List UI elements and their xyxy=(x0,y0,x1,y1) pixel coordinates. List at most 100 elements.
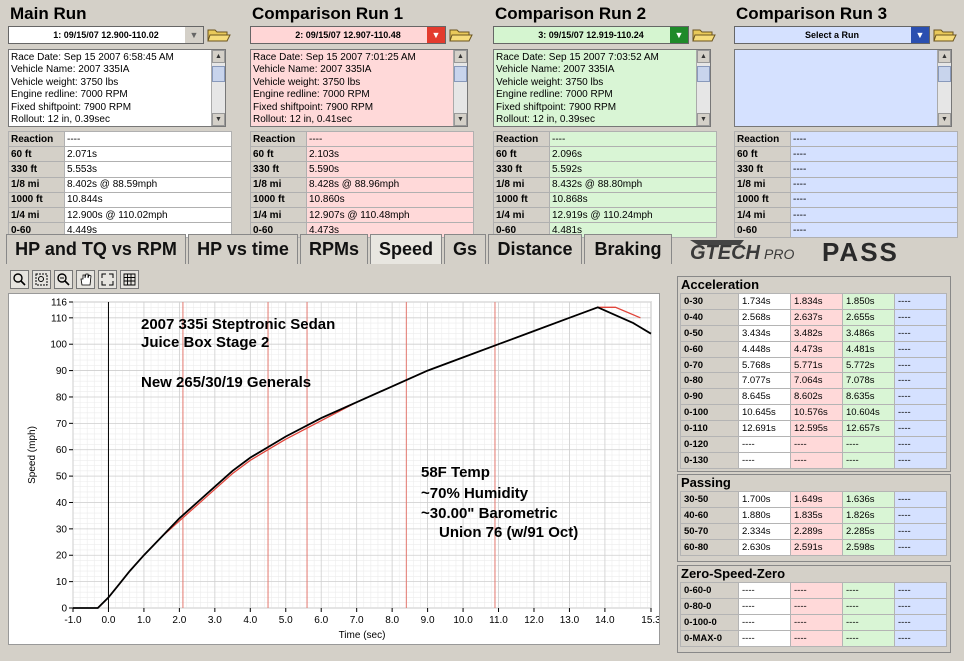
run-info-scrollbar[interactable]: ▲ ▼ xyxy=(696,50,710,126)
run-stat-value: 2.096s xyxy=(549,146,717,163)
run-4-value: ---- xyxy=(894,340,947,358)
run-info-box[interactable]: Race Date: Sep 15 2007 7:01:25 AM Vehicle… xyxy=(250,49,468,127)
run-1-value: ---- xyxy=(738,597,791,615)
run-stat-row: 1/8 mi 8.402s @ 88.59mph xyxy=(8,176,232,193)
y-tick-label: 20 xyxy=(56,551,68,562)
run-info-scrollbar[interactable]: ▲ ▼ xyxy=(453,50,467,126)
run-stat-value: 5.592s xyxy=(549,161,717,178)
run-stat-label: 1000 ft xyxy=(8,191,65,208)
scroll-down-icon[interactable]: ▼ xyxy=(212,113,225,126)
run-info-box[interactable]: ▲ ▼ xyxy=(734,49,952,127)
scroll-down-icon[interactable]: ▼ xyxy=(454,113,467,126)
folder-open-icon[interactable] xyxy=(448,26,474,44)
run-3-value: 3.486s xyxy=(842,324,895,342)
run-4-value: ---- xyxy=(894,597,947,615)
tab-hp-vs-time[interactable]: HP vs time xyxy=(188,234,298,264)
run-info-line: Engine redline: 7000 RPM xyxy=(11,89,128,101)
zoom-icon[interactable] xyxy=(10,270,29,289)
tab-gs[interactable]: Gs xyxy=(444,234,486,264)
chevron-down-icon[interactable]: ▼ xyxy=(185,27,203,43)
x-tick-label: 1.0 xyxy=(137,615,151,626)
tab-braking[interactable]: Braking xyxy=(584,234,672,264)
run-select-value: 2: 09/15/07 12.907-110.48 xyxy=(295,30,401,40)
fit-icon[interactable] xyxy=(98,270,117,289)
run-info-box[interactable]: Race Date: Sep 15 2007 6:58:45 AM Vehicle… xyxy=(8,49,226,127)
run-4-value: ---- xyxy=(894,324,947,342)
run-3-value: 4.481s xyxy=(842,340,895,358)
run-4-value: ---- xyxy=(894,356,947,374)
run-select[interactable]: 2: 09/15/07 12.907-110.48 ▼ xyxy=(250,26,446,44)
run-stat-row: 330 ft 5.590s xyxy=(250,161,474,178)
scroll-up-icon[interactable]: ▲ xyxy=(938,50,951,63)
folder-open-icon[interactable] xyxy=(691,26,717,44)
x-tick-label: 9.0 xyxy=(421,615,435,626)
tab-hp-and-tq-vs-rpm[interactable]: HP and TQ vs RPM xyxy=(6,234,186,264)
run-stat-row: 330 ft 5.553s xyxy=(8,161,232,178)
run-stat-row: 330 ft ---- xyxy=(734,161,958,178)
x-tick-label: 8.0 xyxy=(385,615,399,626)
speed-chart[interactable]: -1.0 0.0 1.0 2.0 3.0 4.0 5.0 6.0 7.0 8.0 9.0 10.0 11… xyxy=(8,293,661,645)
run-2-value: 2.637s xyxy=(790,308,843,326)
x-tick-label: 6.0 xyxy=(314,615,328,626)
run-select[interactable]: 1: 09/15/07 12.900-110.02 ▼ xyxy=(8,26,204,44)
run-2-value: 12.595s xyxy=(790,420,843,438)
table-row: 0-40 2.568s 2.637s 2.655s ---- xyxy=(680,308,947,326)
chevron-down-icon[interactable]: ▼ xyxy=(911,27,929,43)
run-1-value: 1.880s xyxy=(738,506,791,524)
run-1-value: 3.434s xyxy=(738,324,791,342)
run-select-value: 3: 09/15/07 12.919-110.24 xyxy=(538,30,644,40)
y-tick-label: 110 xyxy=(51,313,67,324)
run-1-value: ---- xyxy=(738,451,791,469)
run-stat-row: Reaction ---- xyxy=(250,130,474,148)
run-stat-label: 1/4 mi xyxy=(734,206,791,224)
run-select[interactable]: 3: 09/15/07 12.919-110.24 ▼ xyxy=(493,26,689,44)
run-select[interactable]: Select a Run ▼ xyxy=(734,26,930,44)
table-row: 0-80-0 ---- ---- ---- ---- xyxy=(680,597,947,615)
run-3-value: ---- xyxy=(842,451,895,469)
run-info-scrollbar[interactable]: ▲ ▼ xyxy=(937,50,951,126)
run-2-value: 10.576s xyxy=(790,404,843,422)
run-info-scrollbar[interactable]: ▲ ▼ xyxy=(211,50,225,126)
run-stats-table: Reaction ---- 60 ft 2.071s 330 ft 5.553s 1/8 m… xyxy=(8,130,232,239)
run-title: Comparison Run 1 xyxy=(252,4,404,23)
scroll-thumb[interactable] xyxy=(938,66,951,82)
scroll-thumb[interactable] xyxy=(454,66,467,82)
run-2-value: 2.591s xyxy=(790,538,843,556)
run-2-value: 1.649s xyxy=(790,491,843,508)
folder-open-icon[interactable] xyxy=(206,26,232,44)
zoom-out-icon[interactable] xyxy=(54,270,73,289)
tab-speed[interactable]: Speed xyxy=(370,234,442,264)
scroll-up-icon[interactable]: ▲ xyxy=(454,50,467,63)
zoom-region-icon[interactable] xyxy=(32,270,51,289)
chart-note-car: 2007 335i Steptronic Sedan xyxy=(141,316,336,333)
tab-rpms[interactable]: RPMs xyxy=(300,234,368,264)
scroll-thumb[interactable] xyxy=(697,66,710,82)
chevron-down-icon[interactable]: ▼ xyxy=(427,27,445,43)
zero-speed-zero-table: 0-60-0 ---- ---- ---- ---- 0-80-0 ---- ---- ----… xyxy=(680,582,947,647)
run-stat-value: 8.428s @ 88.96mph xyxy=(306,176,474,193)
scroll-thumb[interactable] xyxy=(212,66,225,82)
run-stat-row: Reaction ---- xyxy=(493,130,717,148)
scroll-down-icon[interactable]: ▼ xyxy=(697,113,710,126)
run-stat-value: ---- xyxy=(306,130,474,148)
tab-bar: HP and TQ vs RPM HP vs time RPMs Speed Gs Dis… xyxy=(0,234,672,264)
y-tick-label: 70 xyxy=(56,419,68,430)
grid-icon[interactable] xyxy=(120,270,139,289)
pan-hand-icon[interactable] xyxy=(76,270,95,289)
tab-distance[interactable]: Distance xyxy=(488,234,582,264)
run-stat-value: ---- xyxy=(790,161,958,178)
scroll-down-icon[interactable]: ▼ xyxy=(938,113,951,126)
run-stat-row: 1000 ft 10.868s xyxy=(493,191,717,208)
scroll-up-icon[interactable]: ▲ xyxy=(212,50,225,63)
run-info-box[interactable]: Race Date: Sep 15 2007 7:03:52 AM Vehicle… xyxy=(493,49,711,127)
run-stats-table: Reaction ---- 60 ft 2.103s 330 ft 5.590s 1/8 m… xyxy=(250,130,474,239)
folder-open-icon[interactable] xyxy=(932,26,958,44)
x-tick-label: 2.0 xyxy=(172,615,186,626)
run-info-line: Vehicle weight: 3750 lbs xyxy=(253,76,361,88)
run-stat-value: 2.103s xyxy=(306,146,474,163)
run-stat-label: 1/4 mi xyxy=(493,206,550,224)
y-tick-label: 100 xyxy=(50,340,67,351)
chevron-down-icon[interactable]: ▼ xyxy=(670,27,688,43)
scroll-up-icon[interactable]: ▲ xyxy=(697,50,710,63)
run-4-value: ---- xyxy=(894,506,947,524)
